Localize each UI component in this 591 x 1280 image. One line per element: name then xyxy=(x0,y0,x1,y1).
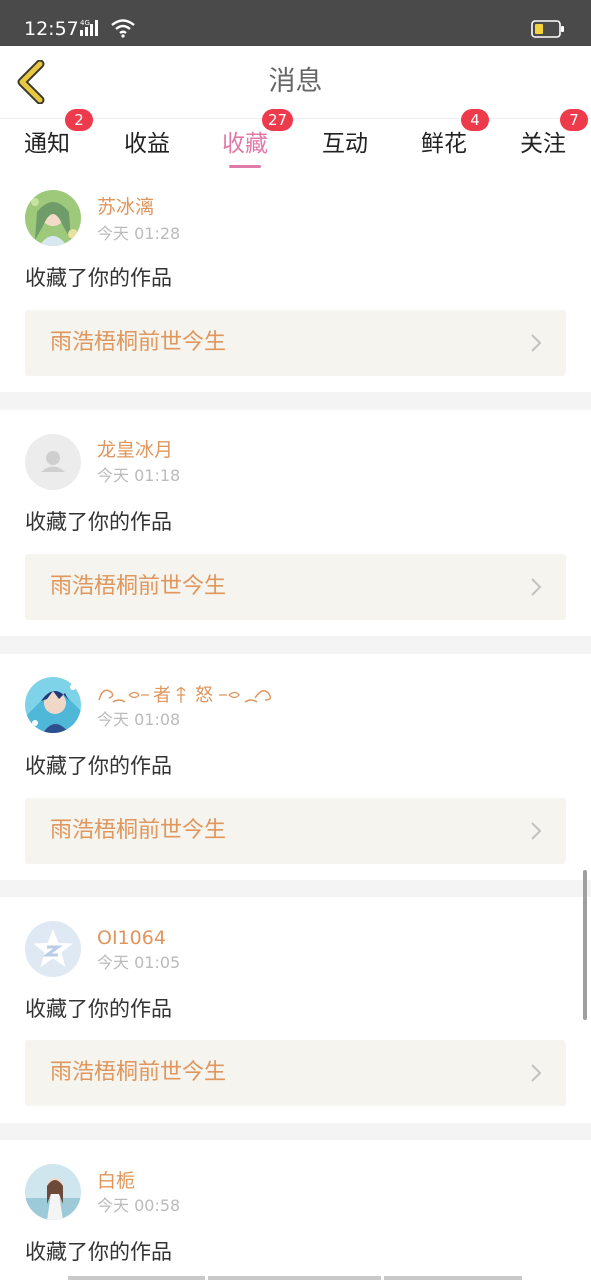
signal-bars-icon: 4G xyxy=(80,18,106,42)
tab-label: 收藏 xyxy=(222,131,268,157)
decorative-username-flourish: 者 怒 xyxy=(98,685,272,706)
action-text: 收藏了你的作品 xyxy=(25,997,172,1021)
battery-low-icon xyxy=(531,20,565,42)
timestamp: 今天 01:05 xyxy=(97,953,181,972)
bottom-nav-hint xyxy=(68,1276,205,1280)
status-bar: 12:57 4G xyxy=(0,0,591,46)
bottom-nav-hint xyxy=(208,1276,381,1280)
action-text: 收藏了你的作品 xyxy=(25,266,172,290)
timestamp: 今天 01:18 xyxy=(97,466,181,485)
username[interactable]: 苏冰漓 xyxy=(97,194,154,220)
timestamp: 今天 00:58 xyxy=(97,1196,181,1215)
bottom-nav-hint xyxy=(384,1276,522,1280)
work-link[interactable]: 雨浩梧桐前世今生 xyxy=(25,798,566,864)
notification-item: 苏冰漓 今天 01:28 收藏了你的作品 雨浩梧桐前世今生 xyxy=(0,176,591,392)
wifi-icon xyxy=(110,18,136,42)
tab-label: 关注 xyxy=(520,131,566,157)
network-type: 4G xyxy=(80,19,90,27)
action-text: 收藏了你的作品 xyxy=(25,510,172,534)
work-title: 雨浩梧桐前世今生 xyxy=(50,330,227,355)
tab-label: 收益 xyxy=(124,131,170,157)
work-title: 雨浩梧桐前世今生 xyxy=(50,818,227,843)
unread-badge: 4 xyxy=(461,109,489,131)
top-nav-bar: 消息 xyxy=(0,46,591,118)
tab-flowers[interactable]: 鲜花 4 xyxy=(421,109,489,161)
tab-favorites[interactable]: 收藏 27 xyxy=(222,109,294,168)
action-text: 收藏了你的作品 xyxy=(25,754,172,778)
work-link[interactable]: 雨浩梧桐前世今生 xyxy=(25,1040,566,1106)
tab-label: 鲜花 xyxy=(421,131,467,157)
message-tabs: 通知 2 收益 收藏 27 互动 鲜花 4 关注 7 xyxy=(0,109,591,176)
chevron-right-icon xyxy=(530,821,542,845)
star-logo-avatar-icon[interactable] xyxy=(25,921,81,977)
status-time: 12:57 xyxy=(24,18,79,40)
tab-earnings[interactable]: 收益 xyxy=(124,127,170,161)
anime-girl-avatar-icon[interactable] xyxy=(25,190,81,246)
timestamp: 今天 01:08 xyxy=(97,710,181,729)
unread-badge: 2 xyxy=(65,109,93,131)
tab-interactions[interactable]: 互动 xyxy=(322,127,368,161)
notification-item: 者 怒 今天 01:08 收藏了你的作品 雨浩梧桐前世今生 xyxy=(0,654,591,880)
tab-notice[interactable]: 通知 2 xyxy=(24,109,93,161)
page-title: 消息 xyxy=(268,66,323,97)
tab-label: 互动 xyxy=(322,131,368,157)
work-link[interactable]: 雨浩梧桐前世今生 xyxy=(25,554,566,620)
username[interactable]: OI1064 xyxy=(97,925,166,951)
scrollbar[interactable] xyxy=(583,870,587,1020)
work-title: 雨浩梧桐前世今生 xyxy=(50,574,227,599)
work-title: 雨浩梧桐前世今生 xyxy=(50,1060,227,1085)
chevron-right-icon xyxy=(530,1063,542,1087)
work-link[interactable]: 雨浩梧桐前世今生 xyxy=(25,310,566,376)
unread-badge: 27 xyxy=(262,109,294,131)
notification-item: OI1064 今天 01:05 收藏了你的作品 雨浩梧桐前世今生 xyxy=(0,897,591,1123)
default-user-avatar-icon[interactable] xyxy=(25,434,81,490)
unread-badge: 7 xyxy=(560,109,588,131)
chevron-right-icon xyxy=(530,333,542,357)
svg-text:者: 者 xyxy=(153,685,171,706)
action-text: 收藏了你的作品 xyxy=(25,1240,172,1264)
anime-boy-avatar-icon[interactable] xyxy=(25,677,81,733)
tab-follows[interactable]: 关注 7 xyxy=(520,109,588,161)
active-tab-indicator xyxy=(229,165,261,168)
timestamp: 今天 01:28 xyxy=(97,224,181,243)
notification-item: 龙皇冰月 今天 01:18 收藏了你的作品 雨浩梧桐前世今生 xyxy=(0,410,591,636)
photo-girl-avatar-icon[interactable] xyxy=(25,1164,81,1220)
svg-text:怒: 怒 xyxy=(195,685,213,706)
tab-label: 通知 xyxy=(24,131,70,157)
notification-item: 白栀 今天 00:58 收藏了你的作品 xyxy=(0,1140,591,1280)
username[interactable]: 白栀 xyxy=(97,1168,135,1194)
chevron-right-icon xyxy=(530,577,542,601)
username[interactable]: 龙皇冰月 xyxy=(97,437,173,463)
